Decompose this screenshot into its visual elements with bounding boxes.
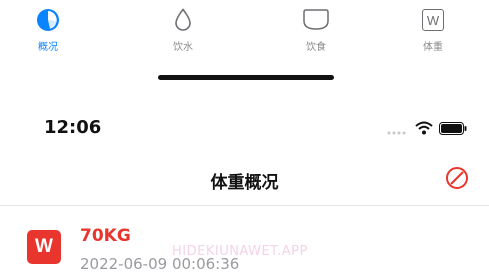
weight-w-letter: W: [426, 12, 440, 28]
wifi-icon: [415, 120, 433, 139]
battery-icon: [439, 120, 467, 139]
tab-overview[interactable]: 概况: [18, 4, 78, 54]
status-icons: [387, 120, 467, 139]
pie-chart-icon: [34, 6, 62, 34]
signal-dots-icon: [387, 120, 409, 139]
weight-record-row[interactable]: W 70KG HIDEKIUNAWET.APP 2022-06-09 00:06…: [0, 214, 489, 279]
status-time: 12:06: [44, 117, 102, 138]
nav-bar: 体重概况: [0, 158, 489, 204]
tab-overview-label: 概况: [38, 42, 58, 53]
divider: [0, 205, 489, 206]
clear-button[interactable]: [443, 164, 471, 192]
record-weight: 70KG: [80, 226, 131, 246]
weight-record-icon: W: [27, 230, 61, 264]
tab-food-label: 饮食: [306, 42, 326, 53]
tab-weight[interactable]: W 体重: [403, 4, 463, 54]
tab-water-label: 饮水: [173, 42, 193, 53]
tab-weight-label: 体重: [423, 42, 443, 53]
prohibit-icon: [443, 167, 471, 196]
water-drop-icon: [169, 6, 197, 34]
page-title: 体重概况: [210, 173, 279, 193]
home-indicator: [158, 75, 334, 80]
tab-bar: 概况 饮水 饮食 W 体重: [0, 0, 489, 60]
weight-w-icon: W: [419, 6, 447, 34]
status-bar: 12:06: [0, 112, 489, 142]
plate-icon: [302, 6, 330, 34]
record-date: 2022-06-09 00:06:36: [80, 255, 240, 273]
tab-food[interactable]: 饮食: [286, 4, 346, 54]
tab-water[interactable]: 饮水: [153, 4, 213, 54]
weight-record-icon-letter: W: [35, 236, 53, 257]
